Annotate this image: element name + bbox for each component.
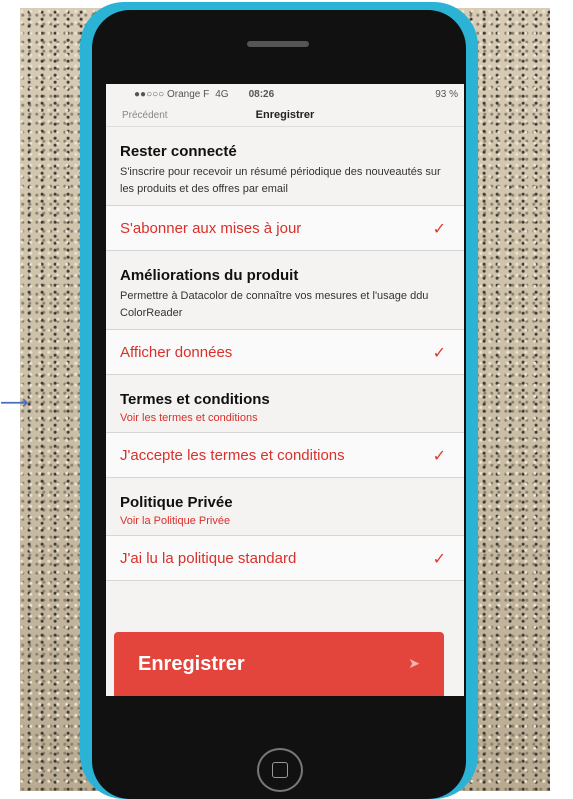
arrow-icon: ⟶ [0, 390, 29, 414]
checkmark-icon: ✓ [432, 218, 446, 238]
section-description: Permettre à Datacolor de connaître vos m… [120, 290, 429, 319]
row-label: S'abonner aux mises à jour [120, 219, 302, 237]
register-button[interactable]: Enregistrer ➤ [114, 632, 444, 696]
checkmark-icon: ✓ [432, 342, 446, 362]
section-description: S'inscrire pour recevoir un résumé pério… [120, 166, 441, 195]
page-title: Enregistrer [255, 109, 315, 121]
privacy-read-toggle[interactable]: J'ai lu la politique standard ✓ [106, 535, 464, 581]
row-label: J'ai lu la politique standard [120, 549, 297, 567]
network-label: 4G [215, 88, 229, 100]
clock: 08:26 [248, 88, 275, 100]
section-terms: Termes et conditions Voir les termes et … [106, 375, 464, 432]
section-title: Politique Privée [120, 494, 233, 511]
checkmark-icon: ✓ [432, 445, 446, 465]
battery-label: 93 % [435, 88, 458, 100]
subscribe-updates-toggle[interactable]: S'abonner aux mises à jour ✓ [106, 205, 464, 251]
section-title: Améliorations du produit [120, 267, 299, 284]
app-screen: ●●○○○ Orange F 4G 08:26 93 % Précédent E… [106, 84, 464, 696]
checkmark-icon: ✓ [432, 548, 446, 568]
carrier-label: ●●○○○ Orange F [134, 88, 210, 100]
navigation-bar: Précédent Enregistrer [106, 104, 464, 127]
section-title: Rester connecté [120, 143, 237, 160]
privacy-link[interactable]: Voir la Politique Privée [120, 515, 450, 527]
accept-terms-toggle[interactable]: J'accepte les termes et conditions ✓ [106, 432, 464, 478]
section-stay-connected: Rester connecté S'inscrire pour recevoir… [106, 127, 464, 205]
home-button[interactable] [257, 748, 303, 792]
section-title: Termes et conditions [120, 391, 270, 408]
section-privacy: Politique Privée Voir la Politique Privé… [106, 478, 464, 535]
row-label: J'accepte les termes et conditions [120, 446, 345, 464]
row-label: Afficher données [120, 343, 233, 361]
speaker-grille [247, 41, 309, 47]
status-bar: ●●○○○ Orange F 4G 08:26 93 % [106, 84, 464, 104]
terms-link[interactable]: Voir les termes et conditions [120, 412, 450, 424]
send-icon: ➤ [408, 656, 420, 672]
show-data-toggle[interactable]: Afficher données ✓ [106, 329, 464, 375]
section-product-improvements: Améliorations du produit Permettre à Dat… [106, 251, 464, 329]
button-label: Enregistrer [138, 652, 245, 675]
